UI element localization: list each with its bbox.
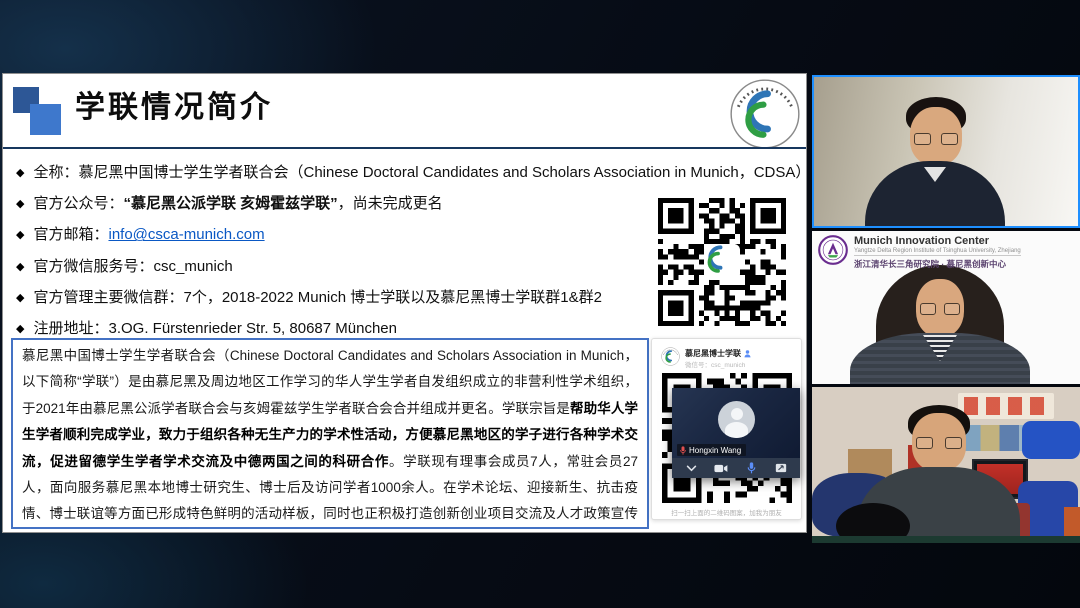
avatar-head-shape: [731, 408, 743, 420]
diamond-bullet-icon: ◆: [16, 198, 24, 210]
overlay-control-bar: [672, 458, 800, 478]
bullet-text: 7个，2018-2022 Munich 博士学联以及慕尼黑博士学联群1&群2: [183, 289, 601, 306]
orange-object: [1064, 507, 1080, 539]
org-subtitle: Yangtze Delta Region Institute of Tsingh…: [854, 248, 1021, 256]
participant-name-tag: Hongxin Wang: [677, 444, 746, 456]
wechat-card-subtitle: 微信号：csc_munich: [685, 359, 745, 369]
glasses-lens: [944, 303, 960, 315]
person-glasses: [914, 133, 958, 146]
diamond-bullet-icon: ◆: [16, 292, 24, 304]
person-icon: [744, 350, 751, 358]
diamond-bullet-icon: ◆: [16, 261, 24, 273]
diamond-bullet-icon: ◆: [16, 167, 24, 179]
title-divider: [3, 147, 806, 149]
org-header: Munich Innovation Center Yangtze Delta R…: [818, 235, 1021, 270]
meeting-window: 学联情况简介 ◆全称：慕尼黑中国博士学生学者联合会（Chinese Doctor…: [0, 0, 1080, 608]
person-glasses: [920, 303, 960, 315]
official-account-qr-code: [658, 198, 786, 326]
bullet-text: csc_munich: [153, 258, 232, 275]
muted-mic-icon: [680, 446, 686, 455]
glasses-lens: [916, 437, 933, 449]
bullet-text: ，尚未完成更名: [338, 195, 443, 212]
slide-title: 学联情况简介: [75, 82, 273, 126]
bullet-label: 官方微信服务号：: [33, 258, 153, 275]
bullet-label: 注册地址：: [33, 320, 108, 337]
wechat-card-caption: 扫一扫上面的二维码图案，加我为朋友: [652, 507, 801, 517]
bullet-label: 全称：: [33, 164, 78, 181]
bullet-text: 慕尼黑中国博士学生学者联合会（Chinese Doctoral Candidat…: [78, 164, 810, 181]
diamond-bullet-icon: ◆: [16, 229, 24, 241]
person-glasses: [916, 437, 962, 450]
glasses-lens: [914, 133, 931, 145]
glasses-lens: [920, 303, 936, 315]
qr-center-logo-icon: [704, 244, 740, 280]
chevron-down-icon[interactable]: [680, 459, 702, 477]
glasses-lens: [945, 437, 962, 449]
bullet-bold-text: “慕尼黑公派学联 亥姆霍兹学联”: [123, 195, 337, 212]
participant-video-top[interactable]: [812, 75, 1080, 228]
bullet-label: 官方邮箱：: [33, 226, 108, 243]
association-logo-icon: [729, 78, 801, 150]
participant-video-middle[interactable]: Munich Innovation Center Yangtze Delta R…: [812, 231, 1080, 384]
glasses-lens: [941, 133, 958, 145]
bullet-label: 官方公众号：: [33, 195, 123, 212]
title-decoration-square-light: [30, 104, 61, 135]
wechat-card-logo-icon: [661, 347, 680, 366]
munich-innovation-center-logo-icon: [818, 235, 848, 265]
description-part1: 慕尼黑中国博士学生学者联合会（Chinese Doctoral Candidat…: [22, 348, 638, 416]
participant-video-bottom[interactable]: [812, 387, 1080, 543]
association-description-box: 慕尼黑中国博士学生学者联合会（Chinese Doctoral Candidat…: [11, 338, 649, 529]
diamond-bullet-icon: ◆: [16, 323, 24, 335]
microphone-icon[interactable]: [740, 459, 762, 477]
blue-bag-top: [1022, 421, 1080, 459]
shelf-banner: [958, 393, 1054, 419]
bullet-item: ◆全称：慕尼黑中国博士学生学者联合会（Chinese Doctoral Cand…: [16, 157, 806, 188]
avatar-torso-shape: [725, 422, 748, 438]
pop-out-icon[interactable]: [770, 459, 792, 477]
desk-edge: [812, 536, 1080, 543]
email-link[interactable]: info@csca-munich.com: [108, 226, 264, 243]
org-subtitle-chinese: 浙江清华长三角研究院 · 慕尼黑创新中心: [854, 258, 1021, 270]
org-name: Munich Innovation Center: [854, 235, 1021, 247]
self-video-overlay-window[interactable]: Hongxin Wang: [672, 388, 800, 478]
bullet-label: 官方管理主要微信群：: [33, 289, 183, 306]
bullet-text: 3.OG. Fürstenrieder Str. 5, 80687 Münche…: [108, 320, 397, 337]
wechat-card-title: 慕尼黑博士学联: [685, 348, 751, 359]
avatar: [718, 401, 755, 438]
self-video-area: Hongxin Wang: [672, 388, 800, 458]
camera-icon[interactable]: [710, 459, 732, 477]
